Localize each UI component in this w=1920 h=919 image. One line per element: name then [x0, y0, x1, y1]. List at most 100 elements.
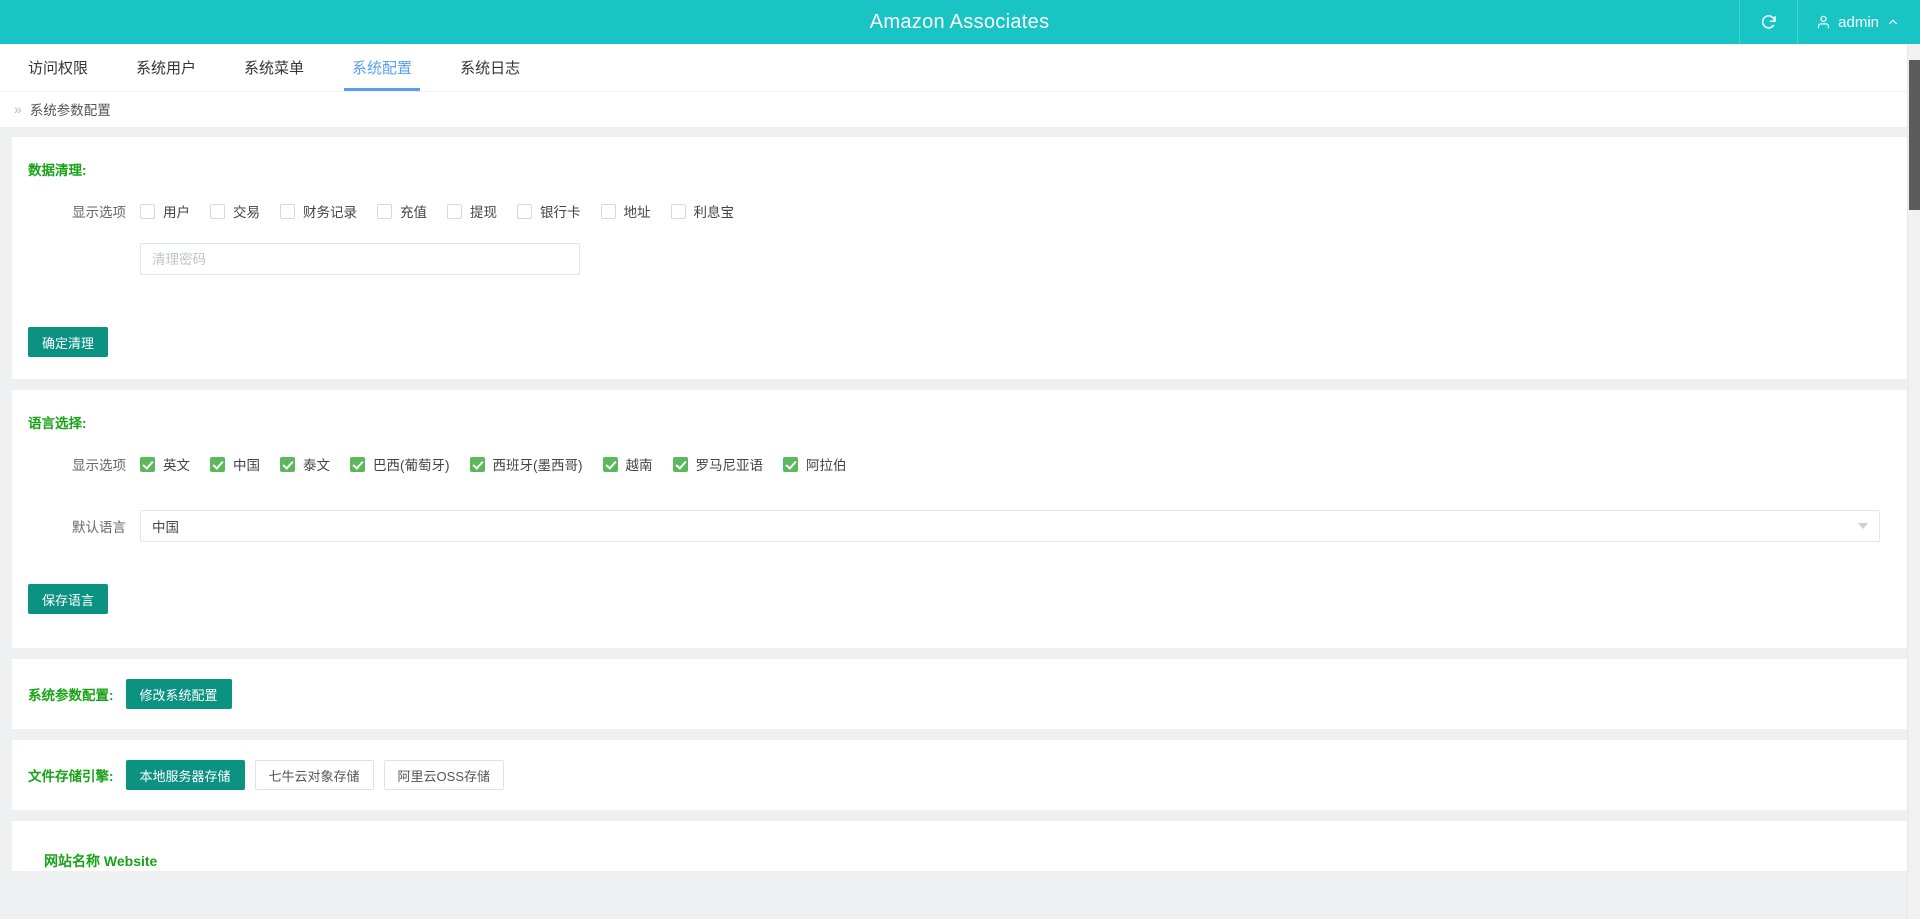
language-option-1[interactable]: 中国 [210, 454, 260, 474]
clean-option-1[interactable]: 交易 [210, 201, 260, 221]
storage-engine-title: 文件存储引擎: [28, 769, 114, 784]
checkbox-icon[interactable] [377, 203, 392, 219]
checkbox-checked-icon[interactable] [602, 456, 618, 472]
checkbox-checked-icon[interactable] [210, 456, 225, 472]
language-option-5[interactable]: 越南 [602, 454, 653, 474]
tab-3[interactable]: 系统配置 [328, 44, 436, 91]
username-label: admin [1838, 13, 1879, 31]
clean-option-2[interactable]: 财务记录 [280, 201, 357, 221]
checkbox-icon[interactable] [670, 203, 686, 219]
app-root: Amazon Associates admin 访问权限 系统用户 系统菜单 系… [0, 0, 1920, 919]
data-clean-password-row [28, 243, 1892, 275]
system-param-title: 系统参数配置: [28, 688, 114, 703]
data-clean-options-label: 显示选项 [72, 205, 126, 220]
panel-storage-engine: 文件存储引擎: 本地服务器存储 七牛云对象存储 阿里云OSS存储 [12, 740, 1908, 810]
clean-option-7[interactable]: 利息宝 [670, 201, 734, 221]
checkbox-label: 中国 [233, 458, 260, 473]
language-option-6[interactable]: 罗马尼亚语 [672, 454, 764, 474]
language-option-4[interactable]: 西班牙(墨西哥) [469, 454, 583, 474]
language-option-3[interactable]: 巴西(葡萄牙) [350, 454, 450, 474]
checkbox-checked-icon[interactable] [672, 456, 688, 472]
checkbox-icon[interactable] [517, 203, 532, 219]
clean-option-5[interactable]: 银行卡 [517, 201, 581, 221]
language-option-7[interactable]: 阿拉伯 [783, 454, 847, 474]
panel-data-clean: 数据清理: 显示选项 用户 交易 财务记录 充值 提现 银行卡 地址 利息宝 确定清理 [12, 137, 1908, 379]
tab-label: 访问权限 [28, 60, 89, 77]
checkbox-label: 提现 [470, 205, 497, 220]
website-name-label: 网站名称 Website [44, 853, 158, 869]
clean-password-input[interactable] [140, 243, 580, 275]
tab-4[interactable]: 系统日志 [436, 44, 544, 91]
clean-option-0[interactable]: 用户 [140, 201, 190, 221]
checkbox-icon[interactable] [600, 203, 616, 219]
tab-0[interactable]: 访问权限 [4, 44, 112, 91]
checkbox-checked-icon[interactable] [469, 456, 485, 472]
breadcrumb-chevron-icon: » [14, 101, 22, 117]
panel-language: 语言选择: 显示选项 英文 中国 泰文 巴西(葡萄牙) 西班牙(墨西哥) 越南 罗马尼亚语阿… [12, 390, 1908, 648]
refresh-icon [1760, 13, 1778, 31]
clean-option-6[interactable]: 地址 [600, 201, 651, 221]
save-language-button[interactable]: 保存语言 [28, 584, 109, 614]
checkbox-label: 阿拉伯 [806, 458, 847, 473]
tab-label: 系统用户 [136, 60, 197, 77]
checkbox-checked-icon[interactable] [280, 456, 295, 472]
language-option-2[interactable]: 泰文 [280, 454, 330, 474]
content-area: 数据清理: 显示选项 用户 交易 财务记录 充值 提现 银行卡 地址 利息宝 确定清理 语言选… [0, 127, 1920, 871]
top-header-bar: Amazon Associates admin [0, 0, 1920, 44]
checkbox-checked-icon[interactable] [350, 456, 365, 472]
checkbox-label: 交易 [233, 205, 260, 220]
edit-system-config-button[interactable]: 修改系统配置 [125, 679, 232, 709]
clean-option-4[interactable]: 提现 [447, 201, 497, 221]
checkbox-label: 财务记录 [303, 205, 357, 220]
storage-option-1[interactable]: 七牛云对象存储 [254, 760, 374, 790]
tab-bar: 访问权限 系统用户 系统菜单 系统配置 系统日志 [0, 44, 1920, 92]
checkbox-label: 英文 [163, 458, 190, 473]
data-clean-options-row: 显示选项 用户 交易 财务记录 充值 提现 银行卡 地址 利息宝 [28, 201, 1892, 221]
breadcrumb-label: 系统参数配置 [29, 103, 111, 118]
checkbox-icon[interactable] [280, 203, 295, 219]
user-menu[interactable]: admin [1797, 0, 1920, 44]
data-clean-title: 数据清理: [28, 163, 87, 178]
language-options-label: 显示选项 [72, 458, 126, 473]
tab-label: 系统日志 [460, 60, 521, 77]
checkbox-label: 越南 [625, 458, 653, 473]
checkbox-label: 泰文 [303, 458, 330, 473]
default-language-value: 中国 [140, 510, 1880, 542]
storage-option-0[interactable]: 本地服务器存储 [125, 760, 245, 790]
storage-engine-options: 本地服务器存储 七牛云对象存储 阿里云OSS存储 [125, 760, 504, 790]
checkbox-icon[interactable] [210, 203, 225, 219]
confirm-clean-button[interactable]: 确定清理 [28, 327, 109, 357]
default-language-label: 默认语言 [72, 520, 126, 535]
page-scrollbar[interactable] [1907, 44, 1920, 919]
checkbox-label: 地址 [623, 205, 651, 220]
panel-data-clean-body: 数据清理: 显示选项 用户 交易 财务记录 充值 提现 银行卡 地址 利息宝 [12, 137, 1908, 299]
panel-language-body: 语言选择: 显示选项 英文 中国 泰文 巴西(葡萄牙) 西班牙(墨西哥) 越南 罗马尼亚语阿… [12, 390, 1908, 566]
clean-option-3[interactable]: 充值 [377, 201, 427, 221]
tab-2[interactable]: 系统菜单 [220, 44, 328, 91]
tab-1[interactable]: 系统用户 [112, 44, 220, 91]
tab-label: 系统菜单 [244, 60, 305, 77]
checkbox-label: 西班牙(墨西哥) [492, 458, 583, 473]
person-icon [1816, 14, 1831, 30]
checkbox-checked-icon[interactable] [783, 456, 798, 472]
default-language-row: 默认语言 中国 [28, 510, 1892, 542]
checkbox-icon[interactable] [140, 203, 155, 219]
panel-system-param: 系统参数配置: 修改系统配置 [12, 659, 1908, 729]
tab-label: 系统配置 [352, 60, 413, 77]
checkbox-checked-icon[interactable] [140, 456, 155, 472]
checkbox-label: 银行卡 [540, 205, 581, 220]
language-checkbox-group: 英文 中国 泰文 巴西(葡萄牙) 西班牙(墨西哥) 越南 罗马尼亚语 阿拉伯 [140, 454, 867, 474]
refresh-button[interactable] [1739, 0, 1797, 44]
scrollbar-thumb[interactable] [1909, 60, 1920, 210]
panel-website-name: 网站名称 Website [12, 821, 1908, 871]
checkbox-label: 用户 [163, 205, 190, 220]
chevron-up-icon [1886, 15, 1900, 29]
checkbox-label: 罗马尼亚语 [695, 458, 764, 473]
language-option-0[interactable]: 英文 [140, 454, 190, 474]
storage-option-2[interactable]: 阿里云OSS存储 [383, 760, 504, 790]
system-param-row: 系统参数配置: 修改系统配置 [12, 659, 1908, 729]
checkbox-icon[interactable] [447, 203, 462, 219]
checkbox-label: 巴西(葡萄牙) [373, 458, 450, 473]
default-language-select[interactable]: 中国 [140, 510, 1880, 542]
language-actions: 保存语言 [12, 584, 1908, 648]
